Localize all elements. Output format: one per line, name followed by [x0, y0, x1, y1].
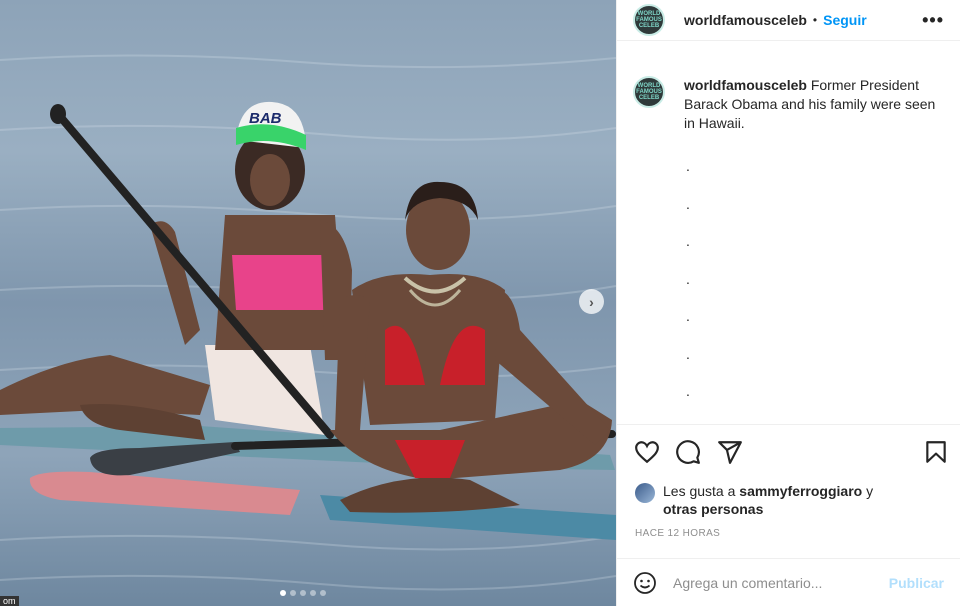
liker-avatar[interactable]: [635, 483, 655, 503]
caption-dot-line: .: [686, 233, 690, 249]
comment-input[interactable]: [673, 574, 873, 591]
cap-logo-text: BAB: [249, 110, 282, 127]
publish-button[interactable]: Publicar: [889, 575, 944, 591]
liker-username-link[interactable]: sammyferroggiaro: [739, 483, 862, 499]
emoji-icon[interactable]: [633, 571, 657, 595]
carousel-dot: [320, 590, 326, 596]
corner-label: om: [0, 596, 19, 606]
caption-dot-line: .: [686, 308, 690, 324]
share-icon[interactable]: [717, 439, 743, 465]
caption-avatar[interactable]: WORLD FAMOUS CELEB: [633, 76, 665, 108]
likes-prefix: Les gusta a: [663, 483, 736, 499]
next-photo-button[interactable]: ›: [579, 289, 604, 314]
follow-button[interactable]: Seguir: [823, 12, 867, 28]
likes-text: Les gusta a sammyferroggiaro y otras per…: [663, 482, 903, 518]
caption-text: worldfamousceleb Former President Barack…: [684, 76, 942, 133]
avatar-text: WORLD FAMOUS CELEB: [636, 83, 662, 101]
caption-dot-line: .: [686, 383, 690, 399]
comment-icon[interactable]: [675, 439, 701, 465]
likes-summary: Les gusta a sammyferroggiaro y otras per…: [635, 482, 903, 518]
post-caption: WORLD FAMOUS CELEB worldfamousceleb Form…: [633, 76, 953, 133]
carousel-dot: [280, 590, 286, 596]
username-link[interactable]: worldfamousceleb: [684, 12, 807, 28]
caption-dot-line: .: [686, 158, 690, 174]
photo-illustration: [0, 54, 616, 591]
caption-dots: . . . . . . .: [686, 158, 690, 421]
post-photo[interactable]: BAB › om: [0, 0, 616, 606]
avatar-text: WORLD FAMOUS CELEB: [636, 11, 662, 29]
carousel-dot: [290, 590, 296, 596]
heart-icon[interactable]: [634, 439, 660, 465]
separator-dot: •: [812, 13, 818, 27]
comment-bar: Publicar: [617, 558, 960, 606]
carousel-indicator: [280, 590, 326, 596]
carousel-dot: [310, 590, 316, 596]
more-icon[interactable]: •••: [922, 10, 944, 31]
caption-dot-line: .: [686, 345, 690, 362]
likes-suffix: y: [866, 483, 874, 499]
other-likers-link[interactable]: otras personas: [663, 501, 763, 517]
caption-dot-line: .: [686, 195, 690, 212]
post-timestamp[interactable]: HACE 12 HORAS: [635, 528, 720, 539]
post-side-panel: WORLD FAMOUS CELEB worldfamousceleb • Se…: [616, 0, 960, 606]
caption-username-link[interactable]: worldfamousceleb: [684, 77, 807, 93]
bookmark-icon[interactable]: [923, 439, 949, 465]
post-header: WORLD FAMOUS CELEB worldfamousceleb • Se…: [617, 0, 960, 41]
caption-dot-line: .: [686, 270, 690, 287]
avatar[interactable]: WORLD FAMOUS CELEB: [633, 4, 665, 36]
chevron-right-icon: ›: [589, 293, 594, 310]
carousel-dot: [300, 590, 306, 596]
post-actions: [617, 424, 960, 480]
